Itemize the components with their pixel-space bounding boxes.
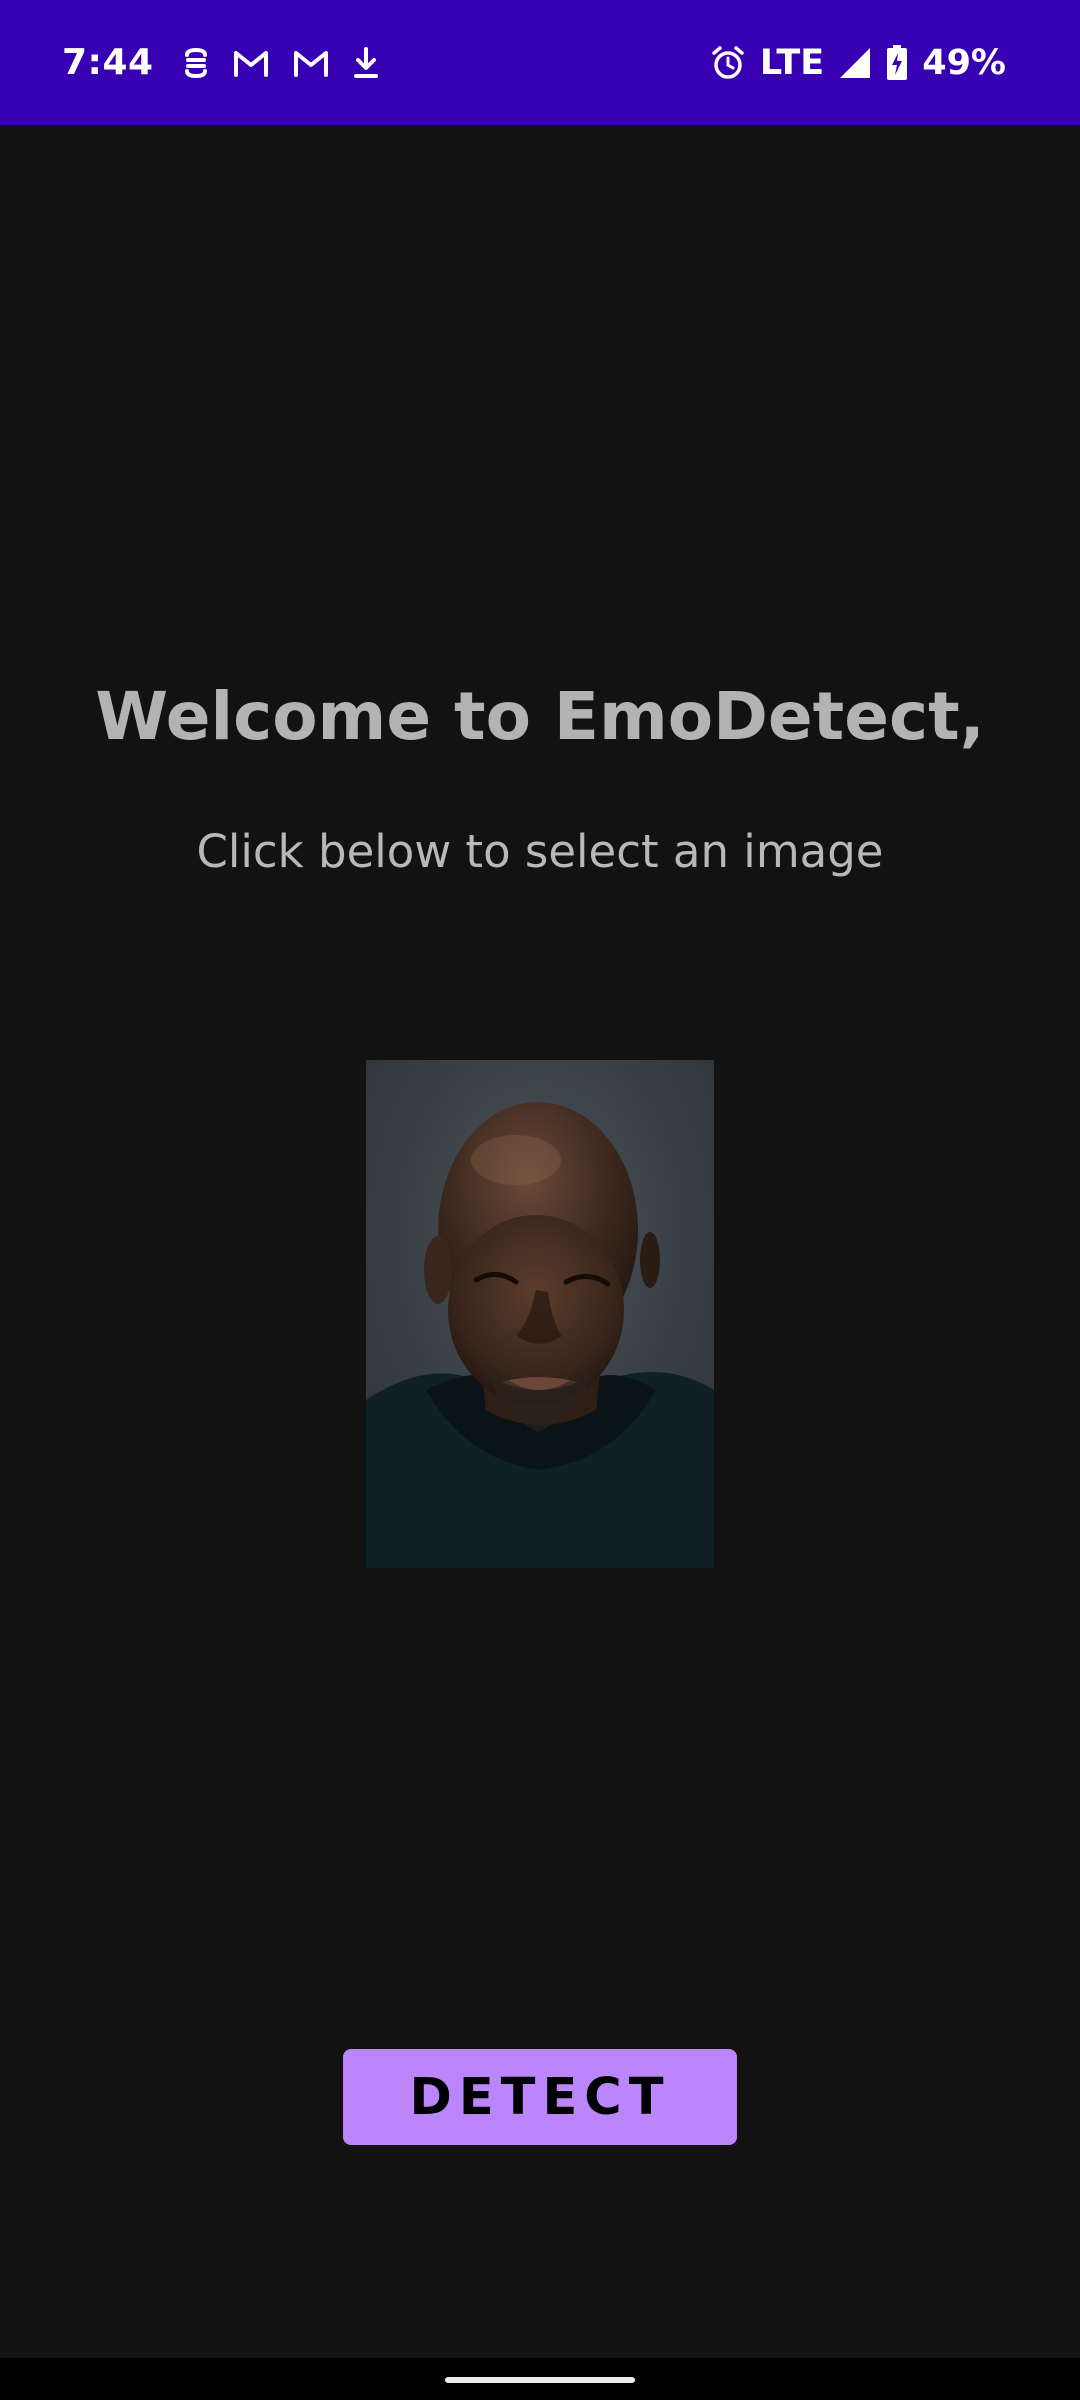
status-left: 7:44	[62, 0, 380, 125]
navigation-bar	[0, 2358, 1080, 2400]
signal-icon	[838, 46, 872, 80]
alarm-icon	[710, 45, 746, 81]
status-bar: 7:44 LTE 49%	[0, 0, 1080, 125]
detect-button[interactable]: DETECT	[343, 2049, 737, 2145]
network-type: LTE	[759, 42, 825, 83]
welcome-title: Welcome to EmoDetect,	[95, 678, 985, 755]
gmail-icon	[232, 48, 270, 78]
home-gesture-handle[interactable]	[445, 2377, 635, 2383]
battery-charging-icon	[886, 44, 908, 81]
gmail-icon	[292, 48, 330, 78]
app-screen: 7:44 LTE 49% Welcome to EmoDetect, Click…	[0, 0, 1080, 2400]
status-right: LTE 49%	[710, 0, 1006, 125]
battery-percentage: 49%	[922, 42, 1006, 83]
status-time: 7:44	[62, 42, 154, 83]
portrait-photo	[366, 1060, 714, 1568]
selected-image[interactable]	[366, 1060, 714, 1568]
sync-icon	[182, 46, 210, 80]
download-icon	[352, 46, 380, 80]
select-image-instruction: Click below to select an image	[196, 825, 884, 878]
